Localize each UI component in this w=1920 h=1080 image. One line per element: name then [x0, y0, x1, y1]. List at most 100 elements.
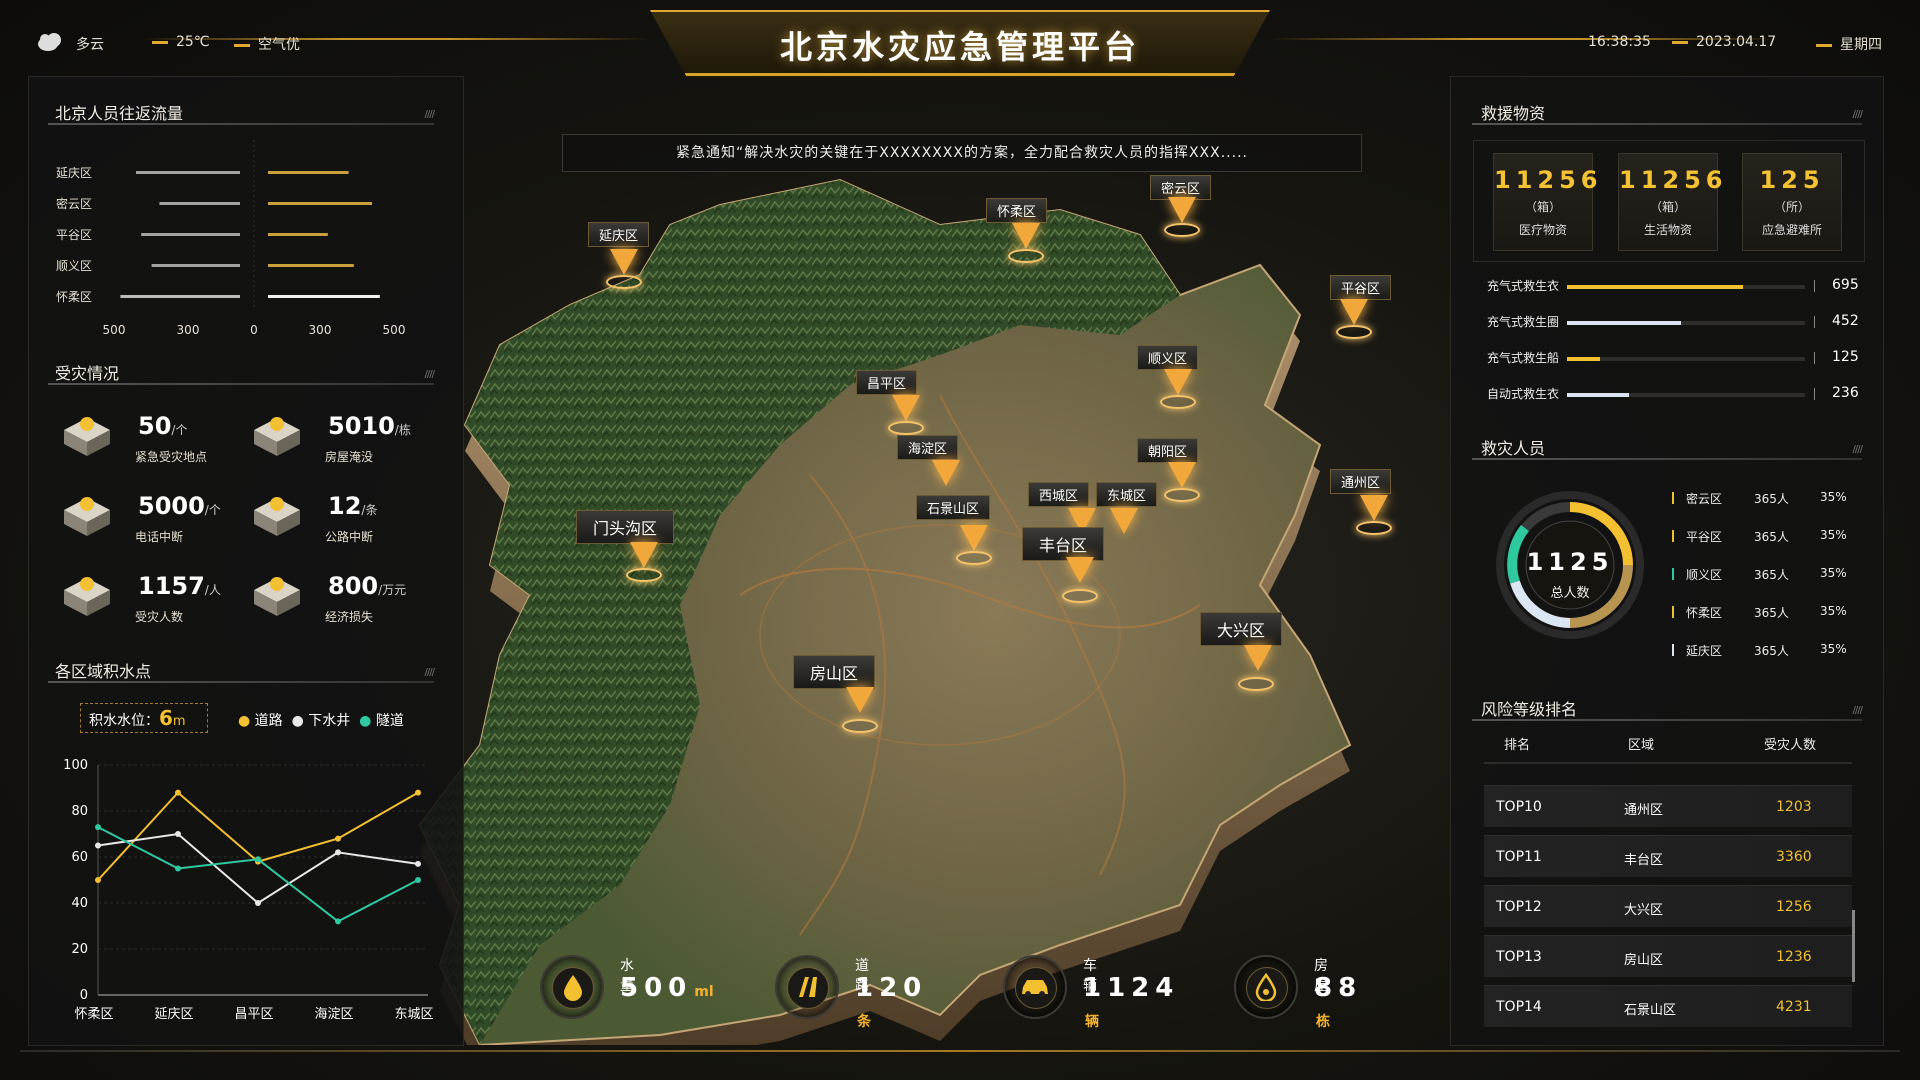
rescuer-district-name: 密云区: [1686, 492, 1723, 506]
flow-bar-inbound[interactable]: [268, 233, 328, 236]
flow-bar-outbound[interactable]: [141, 233, 240, 236]
pin-ring: [1008, 249, 1044, 263]
series-line[interactable]: [97, 791, 419, 881]
rank-scrollbar[interactable]: [1852, 910, 1855, 982]
district-label-changping[interactable]: 昌平区: [856, 370, 918, 395]
series-point[interactable]: [415, 860, 421, 867]
location-pin-icon: [610, 249, 638, 275]
rescuers-total-label: 总人数: [1550, 586, 1590, 601]
district-label-xicheng[interactable]: 西城区: [1028, 482, 1090, 507]
flow-bar-outbound[interactable]: [120, 295, 240, 298]
supply-box-shelter[interactable]: 125 （所） 应急避难所: [1742, 153, 1842, 251]
legend-road: 道路: [254, 713, 283, 729]
stat-value: 88 栋: [1314, 973, 1362, 1033]
rescuer-district-row[interactable]: 怀柔区 365人 35%: [1672, 604, 1852, 624]
district-label-shunyi[interactable]: 顺义区: [1137, 345, 1199, 370]
risk-rank-row[interactable]: TOP13 房山区 1236: [1484, 935, 1852, 977]
supply-progress-row[interactable]: 自动式救生衣 236: [1487, 385, 1859, 403]
count-cell: 1236: [1776, 949, 1812, 965]
flow-bar-inbound[interactable]: [268, 264, 354, 267]
count-cell: 4231: [1776, 999, 1812, 1015]
flow-bar-inbound[interactable]: [268, 171, 349, 174]
location-pin-icon: [1164, 369, 1192, 395]
rescuer-district-row[interactable]: 平谷区 365人 35%: [1672, 528, 1852, 548]
temperature-value: 25℃: [176, 34, 210, 50]
rescuer-district-name: 平谷区: [1686, 530, 1723, 544]
district-label-huairou[interactable]: 怀柔区: [986, 198, 1048, 223]
rescuer-count: 365人: [1754, 644, 1789, 658]
supply-box-living[interactable]: 11256 （箱） 生活物资: [1618, 153, 1723, 251]
rescuer-district-row[interactable]: 延庆区 365人 35%: [1672, 642, 1852, 662]
progress-label: 充气式救生圈: [1487, 315, 1560, 329]
series-point[interactable]: [335, 835, 341, 842]
series-point[interactable]: [175, 865, 181, 872]
risk-rank-row[interactable]: TOP14 石景山区 4231: [1484, 985, 1852, 1027]
x-tick-label: 东城区: [394, 1007, 433, 1022]
y-tick-label: 40: [71, 896, 88, 911]
district-label-daxing[interactable]: 大兴区: [1200, 612, 1283, 646]
supply-label: 应急避难所: [1761, 223, 1822, 237]
district-marker: [1672, 530, 1674, 542]
series-point[interactable]: [175, 789, 181, 796]
flow-bar-outbound[interactable]: [136, 171, 240, 174]
area-cell: 大兴区: [1624, 903, 1664, 918]
road-cube-icon: [250, 570, 305, 620]
district-label-mentougou[interactable]: 门头沟区: [576, 510, 675, 544]
series-point[interactable]: [95, 842, 101, 849]
location-pin-icon: [1168, 197, 1196, 223]
series-point[interactable]: [95, 877, 101, 883]
district-label-haidian[interactable]: 海淀区: [897, 435, 959, 460]
series-point[interactable]: [175, 831, 181, 837]
flow-bar-inbound[interactable]: [268, 295, 380, 298]
series-point[interactable]: [255, 856, 261, 863]
supply-progress-row[interactable]: 充气式救生衣 695: [1487, 277, 1859, 295]
rescuer-percent: 35%: [1820, 490, 1847, 504]
series-point[interactable]: [95, 824, 101, 831]
flow-bar-outbound[interactable]: [151, 264, 240, 267]
district-label-tongzhou[interactable]: 通州区: [1330, 469, 1392, 494]
supply-label: 生活物资: [1643, 223, 1692, 237]
series-line[interactable]: [97, 832, 419, 905]
progress-tick: [1814, 388, 1815, 400]
flow-bar-inbound[interactable]: [268, 202, 372, 205]
water-level-box: 积水水位：6m: [80, 703, 208, 733]
rescuer-count: 365人: [1754, 606, 1789, 620]
district-label-chaoyang[interactable]: 朝阳区: [1137, 438, 1199, 463]
flow-bar-outbound[interactable]: [159, 202, 240, 205]
series-point[interactable]: [255, 900, 261, 906]
air-quality-value: 空气优: [258, 37, 300, 53]
x-tick-label: 怀柔区: [74, 1007, 113, 1022]
pin-ring: [1160, 395, 1196, 409]
district-label-fangshan[interactable]: 房山区: [793, 655, 876, 689]
rescuer-count: 365人: [1754, 492, 1789, 506]
beijing-map[interactable]: 延庆区 怀柔区 密云区 平谷区 昌平区 顺义区 海淀区 朝阳区 门头沟区 石景山…: [380, 175, 1530, 1071]
district-label-shijingshan[interactable]: 石景山区: [916, 495, 991, 520]
progress-value: 695: [1832, 277, 1859, 293]
supply-progress-row[interactable]: 充气式救生船 125: [1487, 349, 1859, 367]
pin-ring: [1164, 223, 1200, 237]
district-label-dongcheng[interactable]: 东城区: [1096, 482, 1158, 507]
series-line[interactable]: [97, 826, 419, 923]
emergency-notice[interactable]: 紧急通知“解决水灾的关键在于XXXXXXXX的方案，全力配合救灾人员的指挥XXX…: [562, 134, 1362, 172]
district-label-pinggu[interactable]: 平谷区: [1330, 275, 1392, 300]
flow-district-label: 密云区: [56, 196, 92, 211]
district-label-yanqing[interactable]: 延庆区: [588, 222, 650, 247]
supply-value: 125: [1759, 166, 1825, 194]
rescuer-district-name: 延庆区: [1686, 644, 1723, 658]
risk-rank-row[interactable]: TOP12 大兴区 1256: [1484, 885, 1852, 927]
risk-rank-row[interactable]: TOP11 丰台区 3360: [1484, 835, 1852, 877]
series-point[interactable]: [415, 789, 421, 796]
rescuer-district-row[interactable]: 密云区 365人 35%: [1672, 490, 1852, 510]
district-label-fengtai[interactable]: 丰台区: [1022, 527, 1105, 561]
location-pin-icon: [630, 542, 658, 568]
rescuer-district-row[interactable]: 顺义区 365人 35%: [1672, 566, 1852, 586]
supply-box-medical[interactable]: 11256 （箱） 医疗物资: [1493, 153, 1598, 251]
series-point[interactable]: [415, 877, 421, 883]
flow-chart[interactable]: 延庆区密云区平谷区顺义区怀柔区 500 300 0 300 500: [48, 140, 428, 340]
risk-rank-row[interactable]: TOP10 通州区 1203: [1484, 785, 1852, 827]
supply-progress-row[interactable]: 充气式救生圈 452: [1487, 313, 1859, 331]
series-point[interactable]: [335, 849, 341, 856]
water-line-chart[interactable]: 0 20 40 60 80 100 怀柔区 延庆区 昌平区 海淀区 东城区: [48, 748, 448, 1028]
series-point[interactable]: [335, 918, 341, 925]
damage-value: 5000/个: [138, 492, 221, 520]
